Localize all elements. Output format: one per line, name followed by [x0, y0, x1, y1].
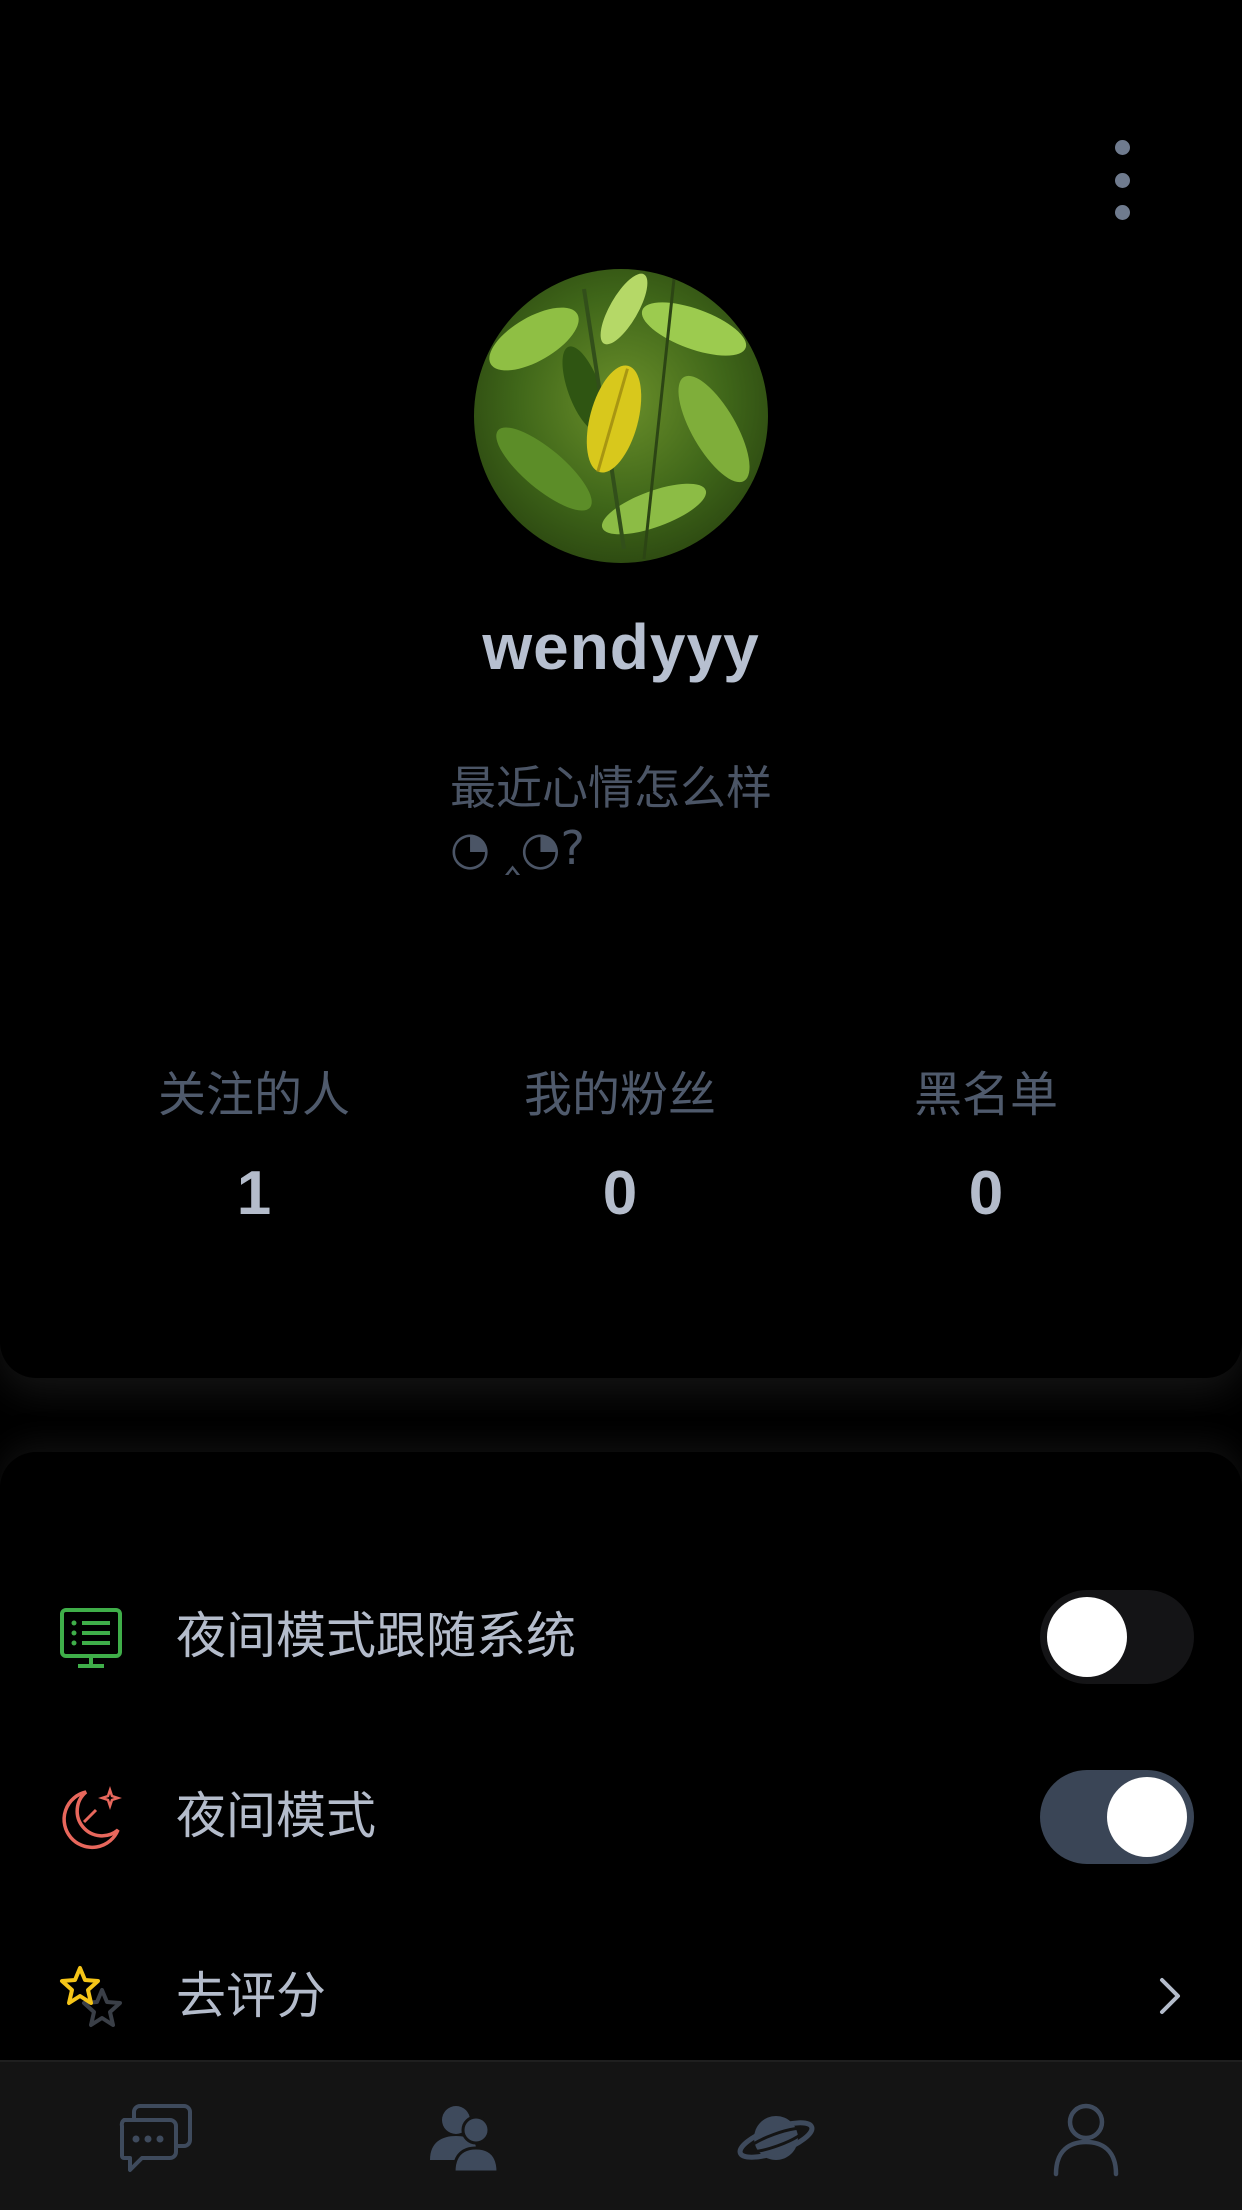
setting-label: 夜间模式 — [176, 1787, 376, 1845]
username: wendyyy — [482, 611, 760, 683]
stat-value: 1 — [236, 1159, 272, 1228]
setting-label: 去评分 — [176, 1967, 326, 2025]
more-dot — [1114, 205, 1130, 220]
more-vertical-icon — [1114, 140, 1130, 155]
toggle-knob — [1047, 1597, 1127, 1677]
chevron-right-icon — [1160, 1978, 1180, 2014]
night-mode-toggle[interactable] — [1040, 1770, 1194, 1864]
night-mode-follow-system-toggle[interactable] — [1040, 1590, 1194, 1684]
setting-rate-app[interactable]: 去评分 — [0, 1936, 1242, 2056]
setting-label: 夜间模式跟随系统 — [176, 1607, 576, 1665]
stat-value: 0 — [968, 1159, 1004, 1228]
stat-label: 关注的人 — [157, 1067, 350, 1123]
setting-night-mode[interactable]: 夜间模式 — [0, 1756, 1242, 1876]
stat-followers[interactable]: 我的粉丝 0 — [470, 1060, 770, 1229]
monitor-list-icon — [60, 1608, 122, 1668]
stat-blacklist[interactable]: 黑名单 0 — [836, 1060, 1136, 1229]
person-icon[interactable] — [1046, 2098, 1126, 2178]
stat-following[interactable]: 关注的人 1 — [104, 1060, 404, 1229]
stat-label: 黑名单 — [913, 1067, 1058, 1123]
stat-label: 我的粉丝 — [523, 1067, 716, 1123]
tab-bar — [0, 2060, 1242, 2210]
chat-bubbles-icon[interactable] — [116, 2098, 196, 2178]
more-options-button[interactable] — [1100, 140, 1144, 220]
toggle-knob — [1107, 1777, 1187, 1857]
moon-stars-icon — [62, 1786, 122, 1850]
stat-value: 0 — [602, 1159, 638, 1228]
avatar[interactable] — [474, 269, 768, 563]
profile-card: wendyyy 最近心情怎么样 ◔ ‸◔? 关注的人 1 我的粉丝 0 黑名单 … — [0, 0, 1242, 1378]
star-rating-icon — [60, 1966, 122, 2027]
setting-night-mode-follow-system[interactable]: 夜间模式跟随系统 — [0, 1576, 1242, 1696]
users-icon[interactable] — [424, 2098, 504, 2178]
planet-icon[interactable] — [736, 2098, 816, 2178]
bio-text[interactable]: 最近心情怎么样 ◔ ‸◔? — [450, 758, 810, 878]
more-dot — [1114, 172, 1130, 188]
